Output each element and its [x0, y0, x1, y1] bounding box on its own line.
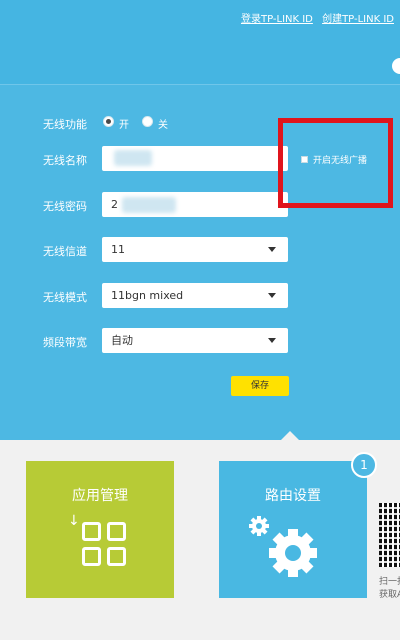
ssid-redacted-mask — [114, 150, 152, 166]
save-button[interactable]: 保存 — [231, 376, 289, 396]
channel-label: 无线信道 — [43, 245, 87, 258]
gear-icon — [249, 516, 317, 577]
wireless-on-radio[interactable] — [103, 116, 114, 127]
chevron-down-icon — [268, 338, 276, 343]
create-tplink-id-link[interactable]: 创建TP-LINK ID — [322, 14, 394, 25]
account-links: 登录TP-LINK ID 创建TP-LINK ID — [235, 10, 394, 25]
download-arrow-icon: ↓ — [68, 513, 80, 529]
bandwidth-value: 自动 — [111, 334, 133, 347]
login-tplink-id-link[interactable]: 登录TP-LINK ID — [241, 14, 313, 25]
mode-label: 无线模式 — [43, 291, 87, 304]
router-settings-title: 路由设置 — [265, 488, 321, 504]
password-label: 无线密码 — [43, 200, 87, 213]
tab-pointer-arrow — [281, 431, 299, 440]
wireless-off-label: 关 — [158, 120, 168, 131]
page-indicator-dot[interactable] — [392, 58, 400, 74]
mode-select[interactable]: 11bgn mixed — [102, 283, 288, 308]
wireless-function-label: 无线功能 — [43, 118, 87, 131]
qr-caption-line2: 获取APP — [379, 590, 400, 600]
channel-select[interactable]: 11 — [102, 237, 288, 262]
chevron-down-icon — [268, 293, 276, 298]
bandwidth-label: 频段带宽 — [43, 336, 87, 349]
app-grid-icon — [82, 522, 127, 567]
notification-badge[interactable]: 1 — [351, 452, 377, 478]
wireless-off-radio[interactable] — [142, 116, 153, 127]
bandwidth-select[interactable]: 自动 — [102, 328, 288, 353]
wireless-on-label: 开 — [119, 120, 129, 131]
qr-caption-line1: 扫一扫 — [379, 577, 400, 587]
top-header: 登录TP-LINK ID 创建TP-LINK ID — [0, 0, 400, 85]
broadcast-label: 开启无线广播 — [313, 156, 368, 166]
app-management-tile[interactable]: 应用管理 ↓ — [26, 461, 174, 598]
app-management-title: 应用管理 — [72, 488, 128, 504]
broadcast-checkbox[interactable] — [301, 156, 308, 163]
password-redacted-mask — [122, 197, 176, 213]
mode-value: 11bgn mixed — [111, 289, 184, 302]
chevron-down-icon — [268, 247, 276, 252]
ssid-label: 无线名称 — [43, 154, 87, 167]
channel-value: 11 — [111, 243, 125, 256]
router-settings-tile[interactable]: 路由设置 — [219, 461, 367, 598]
